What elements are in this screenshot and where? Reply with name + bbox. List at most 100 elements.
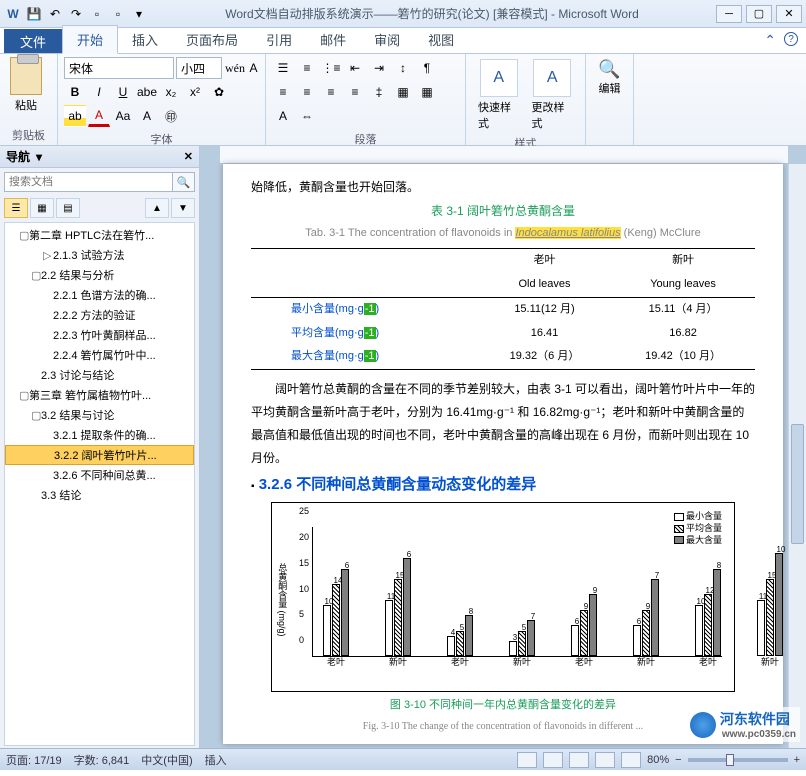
view-tab[interactable]: 视图: [414, 26, 468, 53]
review-tab[interactable]: 审阅: [360, 26, 414, 53]
status-words[interactable]: 字数: 6,841: [74, 752, 130, 768]
print-layout-view[interactable]: [517, 752, 537, 768]
data-table: 老叶新叶 Old leavesYoung leaves 最小含量(mg·g-1)…: [251, 248, 755, 370]
search-icon[interactable]: 🔍: [173, 172, 195, 192]
justify-icon[interactable]: ≡: [344, 81, 366, 103]
char-shading-icon[interactable]: A: [272, 105, 294, 127]
underline-button[interactable]: U: [112, 81, 134, 103]
qat-dropdown-icon[interactable]: ▾: [130, 5, 148, 23]
nav-results-view[interactable]: ▤: [56, 198, 80, 218]
file-tab[interactable]: 文件: [4, 29, 62, 53]
mailings-tab[interactable]: 邮件: [306, 26, 360, 53]
qat-btn[interactable]: ▫: [88, 5, 106, 23]
change-styles-button[interactable]: A更改样式: [526, 57, 580, 133]
quick-styles-button[interactable]: A快速样式: [472, 57, 526, 133]
save-icon[interactable]: 💾: [25, 5, 43, 23]
clear-format-icon[interactable]: A: [248, 57, 259, 79]
borders-icon[interactable]: ▦: [416, 81, 438, 103]
superscript-button[interactable]: x²: [184, 81, 206, 103]
nav-tree-item[interactable]: ▢2.2 结果与分析: [5, 265, 194, 285]
line-spacing-icon[interactable]: ‡: [368, 81, 390, 103]
shading-icon[interactable]: ▦: [392, 81, 414, 103]
layout-tab[interactable]: 页面布局: [172, 26, 252, 53]
nav-headings-view[interactable]: ☰: [4, 198, 28, 218]
section-heading: ▪ 3.2.6 不同种间总黄酮含量动态变化的差异: [251, 471, 755, 498]
nav-tree-item[interactable]: 3.2.6 不同种间总黄...: [5, 465, 194, 485]
decrease-indent-icon[interactable]: ⇤: [344, 57, 366, 79]
fullscreen-view[interactable]: [543, 752, 563, 768]
nav-tree-item[interactable]: 2.2.3 竹叶黄酮样品...: [5, 325, 194, 345]
subscript-button[interactable]: x₂: [160, 81, 182, 103]
nav-search-input[interactable]: [4, 172, 173, 192]
nav-tree-item[interactable]: 2.2.4 箬竹属竹叶中...: [5, 345, 194, 365]
status-page[interactable]: 页面: 17/19: [6, 752, 62, 768]
nav-tree-item[interactable]: ▢3.2 结果与讨论: [5, 405, 194, 425]
references-tab[interactable]: 引用: [252, 26, 306, 53]
nav-next-icon[interactable]: ▼: [171, 198, 195, 218]
document-page[interactable]: 始降低，黄酮含量也开始回落。 表 3-1 阔叶箬竹总黄酮含量 Tab. 3-1 …: [223, 164, 783, 744]
horizontal-ruler[interactable]: [220, 146, 788, 164]
nav-tree-item[interactable]: 2.2.2 方法的验证: [5, 305, 194, 325]
status-language[interactable]: 中文(中国): [141, 752, 192, 768]
nav-tree-item[interactable]: ▷2.1.3 试验方法: [5, 245, 194, 265]
nav-close-icon[interactable]: ✕: [184, 150, 193, 163]
qat-btn[interactable]: ▫: [109, 5, 127, 23]
nav-dropdown-icon[interactable]: ▾: [36, 150, 42, 164]
close-button[interactable]: ✕: [776, 5, 802, 23]
nav-tree-item[interactable]: 2.3 讨论与结论: [5, 365, 194, 385]
nav-tree-item[interactable]: 3.2.1 提取条件的确...: [5, 425, 194, 445]
minimize-button[interactable]: ─: [716, 5, 742, 23]
zoom-in-icon[interactable]: +: [794, 754, 800, 766]
zoom-out-icon[interactable]: −: [675, 754, 681, 766]
multilevel-icon[interactable]: ⋮≡: [320, 57, 342, 79]
highlight-icon[interactable]: ab: [64, 105, 86, 127]
nav-tree-item[interactable]: 2.2.1 色谱方法的确...: [5, 285, 194, 305]
draft-view[interactable]: [621, 752, 641, 768]
insert-tab[interactable]: 插入: [118, 26, 172, 53]
align-center-icon[interactable]: ≡: [296, 81, 318, 103]
status-insert-mode[interactable]: 插入: [205, 752, 227, 768]
nav-tree-item[interactable]: ▢第二章 HPTLC法在箬竹...: [5, 225, 194, 245]
zoom-level[interactable]: 80%: [647, 754, 669, 766]
nav-tree-item[interactable]: 3.2.2 阔叶箬竹叶片...: [5, 445, 194, 465]
undo-icon[interactable]: ↶: [46, 5, 64, 23]
nav-prev-icon[interactable]: ▲: [145, 198, 169, 218]
ribbon-minimize-icon[interactable]: ⌃: [764, 32, 776, 49]
paste-button[interactable]: 粘贴: [6, 57, 46, 113]
nav-tree-item[interactable]: 3.3 结论: [5, 485, 194, 505]
italic-button[interactable]: I: [88, 81, 110, 103]
show-marks-icon[interactable]: ¶: [416, 57, 438, 79]
align-left-icon[interactable]: ≡: [272, 81, 294, 103]
align-right-icon[interactable]: ≡: [320, 81, 342, 103]
numbering-icon[interactable]: ≡: [296, 57, 318, 79]
nav-tree-item[interactable]: ▢第三章 箬竹属植物竹叶...: [5, 385, 194, 405]
web-view[interactable]: [569, 752, 589, 768]
font-color-icon[interactable]: A: [88, 105, 110, 127]
char-border-icon[interactable]: A: [136, 105, 158, 127]
font-name-select[interactable]: [64, 57, 174, 79]
strike-button[interactable]: abe: [136, 81, 158, 103]
increase-indent-icon[interactable]: ⇥: [368, 57, 390, 79]
char-scale-icon[interactable]: Aa: [112, 105, 134, 127]
grow-font-icon[interactable]: wén: [224, 57, 246, 79]
para-group-label: 段落: [272, 129, 459, 147]
app-icon[interactable]: W: [4, 5, 22, 23]
sort-icon[interactable]: ↕: [392, 57, 414, 79]
bullets-icon[interactable]: ☰: [272, 57, 294, 79]
text-effect-icon[interactable]: ✿: [208, 81, 230, 103]
enclose-char-icon[interactable]: ㊞: [160, 105, 182, 127]
bold-button[interactable]: B: [64, 81, 86, 103]
vertical-scrollbar[interactable]: [788, 164, 806, 748]
zoom-slider[interactable]: [688, 758, 788, 762]
scrollbar-thumb[interactable]: [791, 424, 804, 544]
watermark: 河东软件园www.pc0359.cn: [686, 707, 800, 742]
distribute-icon[interactable]: ⇔: [296, 105, 318, 127]
maximize-button[interactable]: ▢: [746, 5, 772, 23]
editing-button[interactable]: 🔍编辑: [592, 57, 627, 98]
help-icon[interactable]: ?: [784, 32, 798, 46]
redo-icon[interactable]: ↷: [67, 5, 85, 23]
nav-pages-view[interactable]: ▦: [30, 198, 54, 218]
font-size-select[interactable]: [176, 57, 222, 79]
outline-view[interactable]: [595, 752, 615, 768]
home-tab[interactable]: 开始: [62, 25, 118, 54]
